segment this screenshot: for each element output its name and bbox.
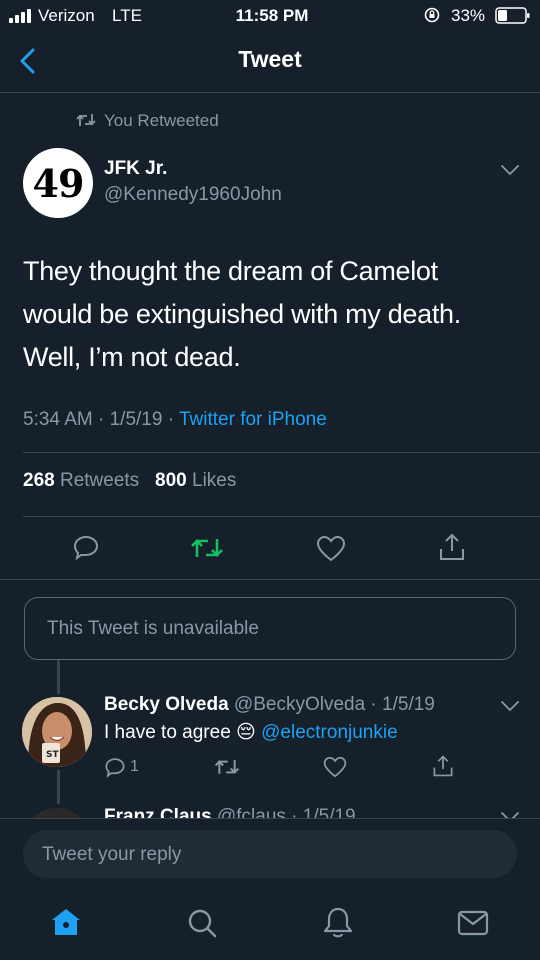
nav-divider: [0, 92, 540, 93]
unavailable-tweet-card: This Tweet is unavailable: [24, 597, 516, 660]
divider: [23, 516, 540, 517]
reply-mention-link[interactable]: @electronjunkie: [261, 722, 398, 743]
reply-like-button[interactable]: [323, 756, 347, 778]
heart-icon: [323, 756, 347, 778]
author-handle[interactable]: @Kennedy1960John: [104, 184, 282, 206]
divider: [23, 452, 540, 453]
status-bar: Verizon LTE 11:58 PM 33%: [0, 0, 540, 32]
share-icon: [433, 755, 453, 777]
retweet-count: 268: [23, 470, 55, 491]
reply-reply-button[interactable]: 1: [104, 756, 139, 778]
clock: 11:58 PM: [235, 6, 309, 25]
tab-search[interactable]: [186, 907, 218, 939]
reply-reply-count: 1: [130, 758, 139, 775]
retweet-button[interactable]: [190, 535, 224, 561]
tweet-options-button[interactable]: [499, 163, 521, 177]
tweet-text: They thought the dream of Camelot would …: [23, 250, 523, 379]
divider: [0, 579, 540, 580]
tweet-timestamp: 5:34 AM · 1/5/19 ·: [23, 409, 179, 430]
retweets-label: Retweets: [59, 470, 140, 491]
tweet-source-link[interactable]: Twitter for iPhone: [179, 409, 327, 430]
battery-icon: [495, 7, 531, 24]
thread-line: [57, 660, 60, 694]
reply-text-content: I have to agree: [104, 722, 231, 743]
home-icon: [52, 909, 80, 935]
like-button[interactable]: [316, 535, 346, 562]
next-reply-author-name: Franz Claus: [104, 806, 212, 818]
reply-author-name[interactable]: Becky Olveda: [104, 694, 229, 715]
retweet-context: You Retweeted: [104, 111, 219, 130]
reply-input[interactable]: Tweet your reply: [23, 830, 517, 878]
retweet-icon: [214, 760, 240, 774]
svg-text:ST: ST: [46, 750, 59, 760]
bell-icon: [323, 907, 353, 938]
tweet-text-line: would be extinguished with my death.: [23, 299, 461, 329]
tab-home[interactable]: [50, 906, 82, 938]
heart-icon: [316, 535, 346, 562]
reply-text: I have to agree 😔 @electronjunkie: [104, 721, 398, 744]
search-icon: [188, 909, 217, 938]
likes-label: Likes: [192, 470, 237, 491]
reply-share-button[interactable]: [432, 754, 454, 778]
battery-percent: 33%: [451, 6, 486, 25]
like-count: 800: [155, 470, 187, 491]
network-label: LTE: [112, 6, 142, 25]
signal-strength-icon: [9, 9, 31, 23]
envelope-icon: [457, 910, 489, 936]
carrier-label: Verizon: [38, 6, 95, 25]
tweet-text-line: Well, I’m not dead.: [23, 342, 241, 372]
reply-retweet-button[interactable]: [214, 757, 240, 777]
chevron-down-icon: [499, 810, 521, 818]
next-reply-header: Franz Claus @fclaus · 1/5/19: [104, 806, 356, 818]
tweet-stats: 268 Retweets 800 Likes: [23, 470, 236, 492]
likes-stat[interactable]: 800 Likes: [155, 470, 236, 491]
tab-notifications[interactable]: [322, 906, 354, 940]
reply-header: Becky Olveda @BeckyOlveda · 1/5/19: [104, 694, 435, 716]
thread-line: [57, 770, 60, 804]
pensive-face-emoji: 😔: [236, 721, 256, 743]
reply-button[interactable]: [72, 533, 100, 561]
tweet-text-line: They thought the dream of Camelot: [23, 256, 438, 286]
next-reply-partial[interactable]: Franz Claus @fclaus · 1/5/19: [0, 804, 540, 818]
page-title: Tweet: [238, 46, 302, 72]
tweet-meta: 5:34 AM · 1/5/19 · Twitter for iPhone: [23, 409, 327, 431]
reply-options-button[interactable]: [499, 699, 521, 713]
retweet-icon: [191, 539, 223, 557]
orientation-lock-icon: [424, 7, 440, 23]
next-reply-avatar: [22, 808, 92, 818]
retweet-context-icon: [76, 112, 96, 128]
author-name[interactable]: JFK Jr.: [104, 158, 167, 180]
reply-meta: @BeckyOlveda · 1/5/19: [233, 694, 435, 715]
share-button[interactable]: [438, 532, 466, 562]
reply-icon: [73, 535, 99, 561]
author-avatar[interactable]: 49: [23, 148, 93, 218]
chevron-down-icon: [501, 165, 519, 176]
share-icon: [440, 533, 464, 560]
retweets-stat[interactable]: 268 Retweets: [23, 470, 139, 491]
reply-icon: [105, 758, 125, 778]
tab-messages[interactable]: [457, 909, 489, 937]
chevron-down-icon: [501, 701, 519, 712]
next-reply-meta: @fclaus · 1/5/19: [216, 806, 356, 818]
reply-avatar[interactable]: ST: [22, 697, 92, 767]
